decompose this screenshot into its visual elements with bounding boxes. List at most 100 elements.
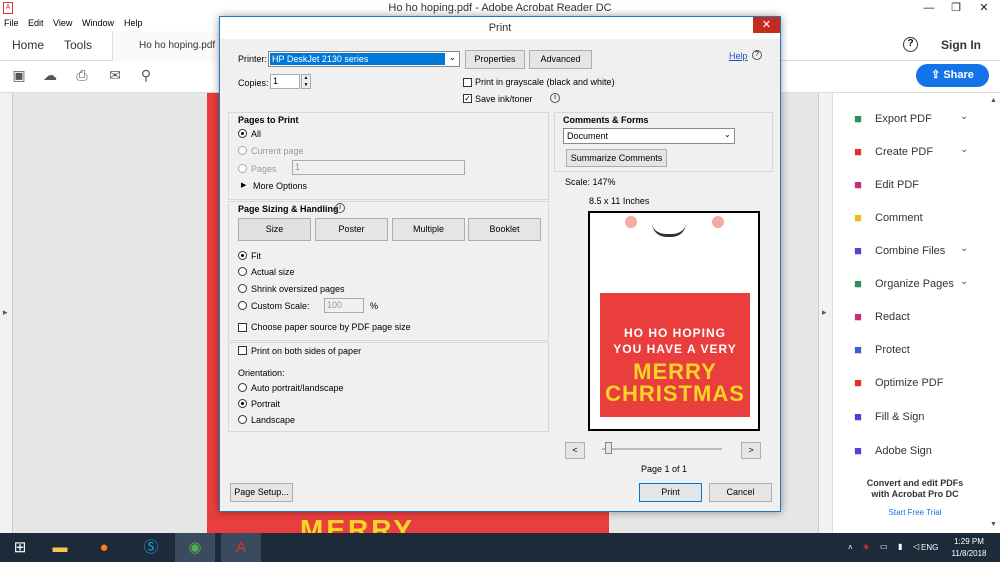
custom-scale-radio[interactable]	[238, 301, 247, 310]
windows-start-icon[interactable]: ⊞	[0, 533, 40, 562]
help-link[interactable]: Help	[729, 51, 748, 61]
info-icon[interactable]: i	[550, 93, 560, 103]
chevron-down-icon[interactable]: ⌄	[960, 111, 968, 122]
more-options-link[interactable]: More Options	[253, 181, 307, 191]
free-trial-link[interactable]: Start Free Trial	[840, 508, 990, 517]
menu-edit[interactable]: Edit	[28, 18, 44, 28]
help-icon[interactable]: ?	[903, 37, 918, 52]
custom-scale-input[interactable]: 100	[324, 298, 364, 313]
custom-scale-label: Custom Scale:	[251, 301, 310, 311]
pages-radio[interactable]	[238, 164, 247, 173]
document-tab[interactable]: Ho ho hoping.pdf	[112, 31, 222, 61]
share-button[interactable]: ⇪ Share	[916, 64, 989, 87]
copies-stepper[interactable]: ▲ ▼	[301, 74, 311, 89]
tray-chevron-icon[interactable]: ˄	[848, 543, 853, 552]
printer-select[interactable]: HP DeskJet 2130 series ⌄	[268, 51, 460, 67]
restore-button[interactable]: ❐	[942, 0, 970, 17]
chevron-down-icon[interactable]: ⌄	[960, 276, 968, 287]
acrobat-tray-icon[interactable]: ◈	[863, 542, 869, 551]
next-page-button[interactable]: >	[741, 442, 761, 459]
help-question-icon[interactable]: ?	[752, 50, 762, 60]
file-explorer-icon[interactable]: ▬	[40, 533, 80, 562]
poster-button[interactable]: Poster	[315, 218, 388, 241]
page-slider-track[interactable]	[602, 448, 722, 450]
clock-date[interactable]: 11/8/2018	[948, 549, 990, 558]
preview-cheek-right	[712, 216, 724, 228]
page-slider-handle[interactable]	[605, 442, 612, 454]
clock-time[interactable]: 1:29 PM	[949, 537, 989, 546]
copies-input[interactable]: 1	[270, 74, 300, 89]
current-page-radio[interactable]	[238, 146, 247, 155]
preview-cheek-left	[625, 216, 637, 228]
portrait-radio[interactable]	[238, 399, 247, 408]
left-panel-toggle[interactable]: ▸	[0, 93, 13, 533]
sign-in-link[interactable]: Sign In	[941, 38, 981, 52]
auto-orientation-radio[interactable]	[238, 383, 247, 392]
skype-icon[interactable]: Ⓢ	[131, 533, 171, 562]
sizing-info-icon[interactable]: i	[335, 203, 345, 213]
both-sides-checkbox[interactable]	[238, 346, 247, 355]
pages-label: Pages	[251, 164, 277, 174]
minimize-button[interactable]: —	[915, 0, 943, 17]
fit-radio[interactable]	[238, 251, 247, 260]
tool-label: Organize Pages	[875, 278, 954, 290]
print-icon[interactable]: ⎙	[73, 66, 91, 84]
monitor-icon[interactable]: ▭	[880, 542, 888, 551]
comments-value: Document	[567, 131, 609, 141]
scroll-down-icon[interactable]: ▼	[990, 521, 997, 528]
upload-icon[interactable]: ☁	[41, 66, 59, 84]
home-tab[interactable]: Home	[12, 38, 44, 52]
system-tray: ˄ ◈ ▭ ▮ ◁ ENG 1:29 PM 11/8/2018	[848, 533, 1000, 562]
close-icon[interactable]: ✕	[753, 17, 780, 33]
summarize-comments-button[interactable]: Summarize Comments	[566, 149, 667, 167]
print-dialog: Print ✕ Printer: HP DeskJet 2130 series …	[219, 16, 781, 512]
actual-size-label: Actual size	[251, 267, 295, 277]
print-button[interactable]: Print	[639, 483, 702, 502]
advanced-button[interactable]: Advanced	[529, 50, 592, 69]
tools-tab[interactable]: Tools	[64, 38, 92, 52]
chevron-down-icon[interactable]: ⌄	[960, 243, 968, 254]
booklet-button[interactable]: Booklet	[468, 218, 541, 241]
arrow-right-icon: ▸	[3, 307, 8, 317]
landscape-radio[interactable]	[238, 415, 247, 424]
paper-source-checkbox[interactable]	[238, 323, 247, 332]
chevron-down-icon[interactable]: ⌄	[960, 144, 968, 155]
grayscale-checkbox[interactable]	[463, 78, 472, 87]
email-icon[interactable]: ✉	[106, 66, 124, 84]
cancel-button[interactable]: Cancel	[709, 483, 772, 502]
search-icon[interactable]: ⚲	[137, 66, 155, 84]
scroll-up-icon[interactable]: ▲	[990, 97, 997, 104]
portrait-label: Portrait	[251, 399, 281, 409]
firefox-icon[interactable]: ●	[84, 533, 124, 562]
share-icon: ⇪	[931, 69, 944, 81]
comments-select[interactable]: Document ⌄	[563, 128, 735, 144]
preview-line4: CHRISTMAS	[605, 381, 745, 406]
properties-button[interactable]: Properties	[465, 50, 525, 69]
pages-range-input[interactable]: 1	[292, 160, 465, 175]
acrobat-taskbar-icon[interactable]: A	[221, 533, 261, 562]
page-merry-text: MERRY	[300, 514, 416, 533]
actual-size-radio[interactable]	[238, 267, 247, 276]
menu-window[interactable]: Window	[82, 18, 114, 28]
language-indicator[interactable]: ENG	[921, 543, 938, 552]
prev-page-button[interactable]: <	[565, 442, 585, 459]
chrome-icon[interactable]: ◉	[175, 533, 215, 562]
right-panel-toggle[interactable]: ▸	[818, 93, 832, 533]
menu-file[interactable]: File	[4, 18, 19, 28]
multiple-button[interactable]: Multiple	[392, 218, 465, 241]
shrink-radio[interactable]	[238, 284, 247, 293]
expand-triangle-icon[interactable]: ▶	[241, 181, 246, 189]
edit-pdf-icon: ■	[854, 177, 862, 192]
menu-help[interactable]: Help	[124, 18, 143, 28]
network-icon[interactable]: ▮	[898, 542, 902, 551]
volume-icon[interactable]: ◁	[913, 542, 919, 551]
promo-text: Convert and edit PDFs with Acrobat Pro DC	[840, 478, 990, 500]
page-setup-button[interactable]: Page Setup...	[230, 483, 293, 502]
menu-view[interactable]: View	[53, 18, 72, 28]
size-button[interactable]: Size	[238, 218, 311, 241]
dialog-title: Print	[220, 17, 780, 39]
save-icon[interactable]: ▣	[10, 66, 28, 84]
close-window-button[interactable]: ✕	[970, 0, 998, 17]
save-ink-checkbox[interactable]: ✓	[463, 94, 472, 103]
all-radio[interactable]	[238, 129, 247, 138]
